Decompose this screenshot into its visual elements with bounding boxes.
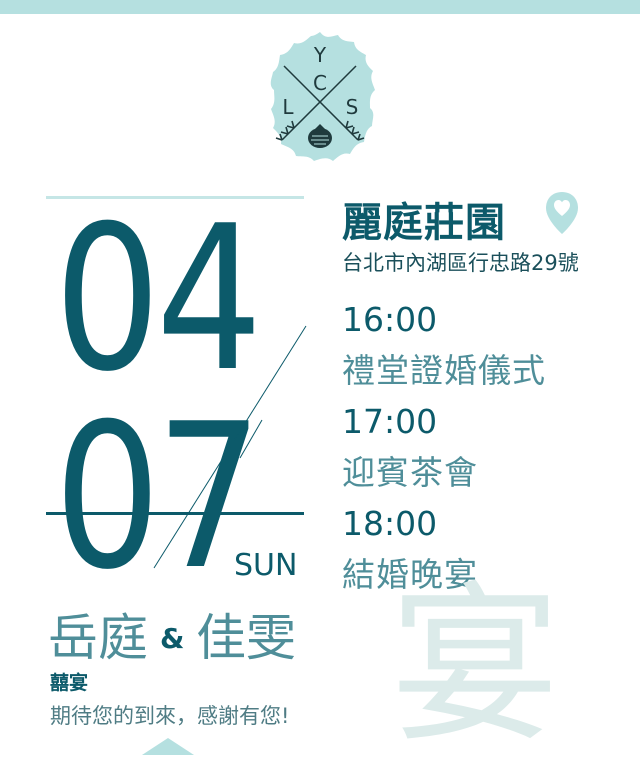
monogram-letter-top: Y xyxy=(313,43,327,67)
schedule-event-2: 迎賓茶會 xyxy=(342,453,478,492)
schedule-time-2: 17:00 xyxy=(342,402,438,441)
schedule-time-1: 16:00 xyxy=(342,300,438,339)
groom-name: 岳庭 xyxy=(48,609,148,667)
venue-address: 台北市內湖區行忠路29號 xyxy=(342,251,579,275)
watermark-character: 宴 xyxy=(390,568,561,766)
schedule-event-1: 禮堂證婚儀式 xyxy=(342,351,546,390)
invitation-message: 期待您的到來，感謝有您! xyxy=(50,704,290,728)
bride-name: 佳雯 xyxy=(196,609,296,667)
top-bar xyxy=(0,0,640,14)
ampersand: & xyxy=(160,622,185,655)
date-month: 04 xyxy=(54,183,263,416)
monogram-letter-right: S xyxy=(346,95,359,119)
heart-location-icon xyxy=(546,192,578,234)
bottom-triangle-decoration xyxy=(142,738,194,755)
schedule-time-3: 18:00 xyxy=(342,504,438,543)
venue-name: 麗庭莊園 xyxy=(342,200,506,246)
monogram-seal: Y C L S xyxy=(270,32,375,161)
date-day: 07 xyxy=(54,381,263,614)
monogram-letter-left: L xyxy=(282,95,294,119)
date-weekday: SUN xyxy=(234,548,298,583)
monogram-letter-middle: C xyxy=(313,71,327,95)
date-strike-line xyxy=(46,512,304,515)
banquet-title: 囍宴 xyxy=(50,672,89,694)
